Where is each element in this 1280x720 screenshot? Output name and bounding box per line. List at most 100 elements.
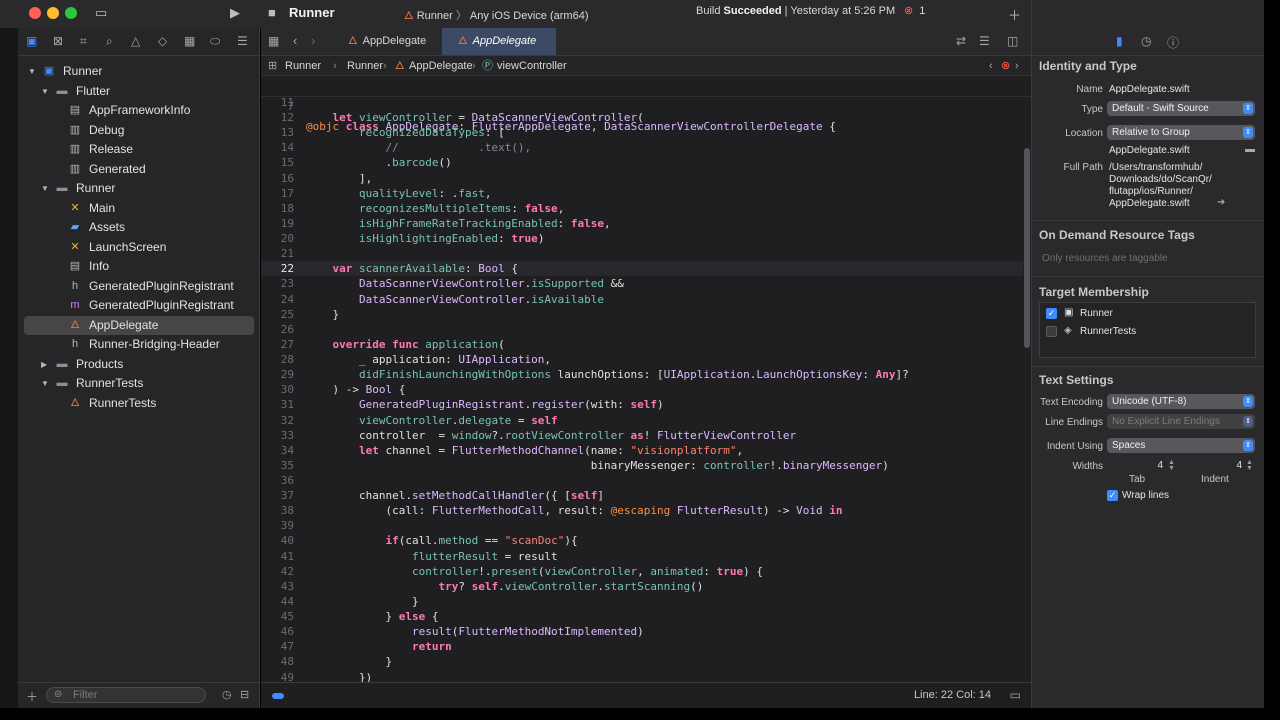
add-icon[interactable]: ＋ <box>1008 5 1021 24</box>
code-line[interactable]: 28 _ application: UIApplication, <box>261 352 1023 367</box>
line-number[interactable]: 15 <box>261 155 294 170</box>
code-line[interactable]: 37 channel.setMethodCallHandler({ [self] <box>261 488 1023 503</box>
navigator-filter-input[interactable] <box>46 687 206 703</box>
disclosure-collapsed-icon[interactable]: ▶ <box>41 355 51 374</box>
line-number[interactable]: 29 <box>261 367 294 382</box>
code-line[interactable]: 49 }) <box>261 670 1023 682</box>
disclosure-expanded-icon[interactable]: ▼ <box>41 82 51 101</box>
tree-item-assets[interactable]: ▰ Assets <box>24 218 254 237</box>
tab-appdelegate-2[interactable]: 🜂 AppDelegate <box>442 28 556 55</box>
disclosure-expanded-icon[interactable]: ▼ <box>41 179 51 198</box>
code-line[interactable]: 30 ) -> Bool { <box>261 382 1023 397</box>
refresh-icon[interactable]: ⇄ <box>956 34 966 48</box>
code-line[interactable]: 22 var scannerAvailable: Bool { <box>261 261 1023 277</box>
indent-width-stepper-icon[interactable]: ▲ ▼ <box>1246 459 1254 472</box>
tree-item-main[interactable]: ✕ Main <box>24 199 254 218</box>
grid-icon[interactable]: ▦ <box>268 34 279 48</box>
breakpoint-navigator-icon[interactable]: ⬭ <box>210 34 220 49</box>
code-line[interactable]: 12 let viewController = DataScannerViewC… <box>261 110 1023 125</box>
code-line[interactable]: 26 <box>261 322 1023 337</box>
quick-help-icon[interactable]: ⓘ <box>1167 34 1179 51</box>
code-line[interactable]: 16 ], <box>261 171 1023 186</box>
tree-item-runner-bridging-header[interactable]: h Runner-Bridging-Header <box>24 335 254 354</box>
file-inspector-icon[interactable]: ▮ <box>1116 34 1123 48</box>
line-number[interactable]: 48 <box>261 654 294 669</box>
debug-navigator-icon[interactable]: ▦ <box>184 34 195 48</box>
jumpbar-group[interactable]: Runner <box>347 56 383 76</box>
line-number[interactable]: 44 <box>261 594 294 609</box>
add-file-icon[interactable]: ＋ <box>26 688 38 705</box>
tree-item-appdelegate[interactable]: 🜂 AppDelegate <box>24 315 254 335</box>
jumpbar-file[interactable]: AppDelegate <box>409 56 473 76</box>
line-number[interactable]: 21 <box>261 246 294 261</box>
issue-navigator-icon[interactable]: △ <box>131 34 140 48</box>
next-issue-icon[interactable]: › <box>1015 56 1019 76</box>
code-line[interactable]: 18 recognizesMultipleItems: false, <box>261 201 1023 216</box>
line-number[interactable]: 20 <box>261 231 294 246</box>
line-number[interactable]: 30 <box>261 382 294 397</box>
tree-item-generatedpluginregistrant[interactable]: h GeneratedPluginRegistrant <box>24 277 254 296</box>
tree-item-runner[interactable]: ▼ ▣ Runner <box>24 62 254 81</box>
code-line[interactable]: 13 recognizedDataTypes: [ <box>261 125 1023 140</box>
tree-item-runnertests[interactable]: 🜂 RunnerTests <box>24 394 254 413</box>
line-number[interactable]: 31 <box>261 397 294 412</box>
line-number[interactable]: 22 <box>261 261 294 276</box>
tree-item-products[interactable]: ▶ ▬ Products <box>24 355 254 374</box>
text-encoding-popup[interactable]: Unicode (UTF-8) ⇕ <box>1107 394 1255 409</box>
recent-files-icon[interactable]: ◷ <box>222 688 232 701</box>
tree-item-debug[interactable]: ▥ Debug <box>24 121 254 140</box>
disclosure-expanded-icon[interactable]: ▼ <box>28 62 38 81</box>
code-line[interactable]: 46 result(FlutterMethodNotImplemented) <box>261 624 1023 639</box>
tree-item-appframeworkinfo[interactable]: ▤ AppFrameworkInfo <box>24 101 254 120</box>
filter-options-icon[interactable]: ⊟ <box>240 688 249 701</box>
line-number[interactable]: 14 <box>261 140 294 155</box>
forward-arrow-icon[interactable]: › <box>311 33 315 48</box>
tab-width-stepper-icon[interactable]: ▲ ▼ <box>1168 459 1176 472</box>
editor-scrollbar[interactable] <box>1023 98 1031 682</box>
find-navigator-icon[interactable]: ⌕ <box>106 34 113 49</box>
scrollbar-thumb[interactable] <box>1024 148 1030 348</box>
runner-target-checkbox[interactable]: ✓ <box>1046 308 1057 319</box>
line-number[interactable]: 13 <box>261 125 294 140</box>
report-navigator-icon[interactable]: ☰ <box>237 34 248 48</box>
line-number[interactable]: 34 <box>261 443 294 458</box>
line-number[interactable]: 18 <box>261 201 294 216</box>
runnertests-target-checkbox[interactable] <box>1046 326 1057 337</box>
indent-using-popup[interactable]: Spaces ⇕ <box>1107 438 1255 453</box>
minimize-window-button[interactable] <box>47 7 59 19</box>
line-number[interactable]: 28 <box>261 352 294 367</box>
line-number[interactable]: 24 <box>261 292 294 307</box>
code-line[interactable]: 27 override func application( <box>261 337 1023 352</box>
tab-width-field[interactable]: 4 <box>1115 459 1163 473</box>
stop-icon[interactable]: ■ <box>268 5 276 20</box>
symbol-navigator-icon[interactable]: ⌗ <box>80 34 87 49</box>
error-icon[interactable]: ⊗ <box>1001 56 1010 76</box>
reveal-in-finder-icon[interactable]: ➜ <box>1217 197 1225 208</box>
code-line[interactable]: 42 controller!.present(viewController, a… <box>261 564 1023 579</box>
code-line[interactable]: 21 <box>261 246 1023 261</box>
split-editor-icon[interactable]: ◫ <box>1007 34 1018 48</box>
error-indicator[interactable]: ⊗ 1 <box>904 4 925 17</box>
code-line[interactable]: 34 let channel = FlutterMethodChannel(na… <box>261 443 1023 458</box>
line-number[interactable]: 19 <box>261 216 294 231</box>
tree-item-release[interactable]: ▥ Release <box>24 140 254 159</box>
code-line[interactable]: 41 flutterResult = result <box>261 549 1023 564</box>
code-line[interactable]: 17 qualityLevel: .fast, <box>261 186 1023 201</box>
run-icon[interactable]: ▶ <box>230 5 240 21</box>
tree-item-runner[interactable]: ▼ ▬ Runner <box>24 179 254 198</box>
related-items-icon[interactable]: ⊞ <box>268 56 277 76</box>
toggle-debug-area-icon[interactable]: ▭ <box>1010 688 1021 702</box>
code-line[interactable]: 45 } else { <box>261 609 1023 624</box>
tree-item-launchscreen[interactable]: ✕ LaunchScreen <box>24 238 254 257</box>
code-line[interactable]: 11 <box>261 98 1023 110</box>
code-line[interactable]: 44 } <box>261 594 1023 609</box>
code-line[interactable]: 38 (call: FlutterMethodCall, result: @es… <box>261 503 1023 518</box>
line-endings-popup[interactable]: No Explicit Line Endings ⇕ <box>1107 414 1255 429</box>
location-popup[interactable]: Relative to Group ⇕ <box>1107 125 1255 140</box>
line-number[interactable]: 32 <box>261 413 294 428</box>
editor-options-icon[interactable]: ☰ <box>979 34 990 48</box>
line-number[interactable]: 33 <box>261 428 294 443</box>
line-number[interactable]: 40 <box>261 533 294 548</box>
line-number[interactable]: 42 <box>261 564 294 579</box>
line-number[interactable]: 41 <box>261 549 294 564</box>
